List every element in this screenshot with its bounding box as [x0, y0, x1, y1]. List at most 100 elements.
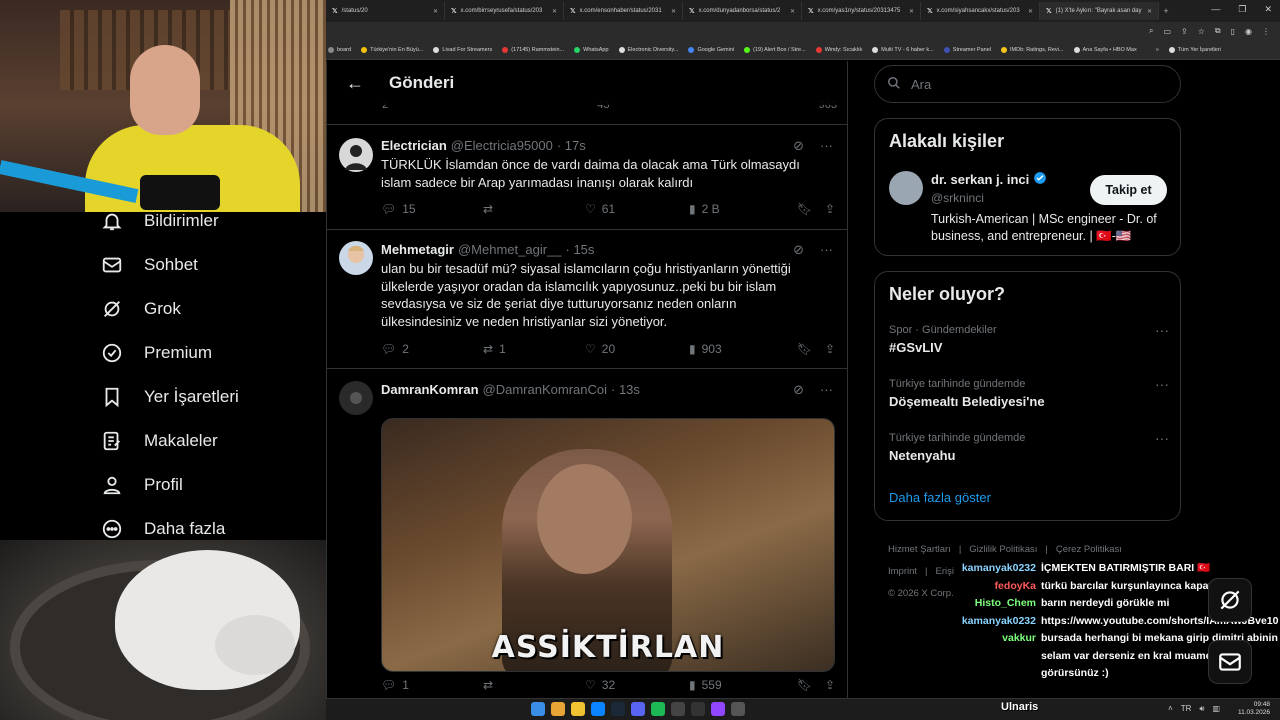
like-button[interactable]: ♡ 20	[585, 342, 689, 356]
app-icon[interactable]	[691, 702, 705, 716]
reply-button[interactable]: 💬︎ 15	[381, 202, 483, 216]
bookmark-button[interactable]: 🔖︎	[797, 678, 825, 692]
more-icon[interactable]: ···	[820, 138, 833, 154]
footer-link[interactable]: Hizmet Şartları	[888, 544, 951, 555]
bookmark-item[interactable]: Livad For Streamers	[433, 46, 492, 53]
bookmark-item[interactable]: (17145) Rammstein...	[502, 46, 564, 53]
bookmark-item[interactable]: Ana Sayfa • HBO Max	[1073, 46, 1137, 53]
views-button[interactable]: ▮ 2 B	[689, 202, 797, 216]
nav-item-bookmarks[interactable]: Yer İşaretleri	[100, 385, 239, 409]
tab-close-icon[interactable]: ✕	[909, 8, 914, 15]
sidebar-icon[interactable]: ▯	[1231, 27, 1235, 36]
avatar[interactable]	[339, 381, 373, 415]
maximize-icon[interactable]: ❐	[1238, 4, 1246, 15]
views-button[interactable]: ▮ 559	[689, 678, 797, 692]
grok-icon[interactable]: ⊘	[793, 242, 804, 258]
star-icon[interactable]: ☆	[1198, 27, 1205, 36]
profile-icon[interactable]: ◉	[1245, 27, 1252, 36]
messages-icon[interactable]	[1208, 640, 1252, 684]
search-input[interactable]: Ara	[911, 77, 931, 92]
footer-link[interactable]: Gizlilik Politikası	[969, 544, 1037, 555]
zoom-icon[interactable]: ⌕	[1149, 26, 1153, 36]
folder-icon[interactable]	[571, 702, 585, 716]
bookmark-item[interactable]: Google Gemini	[688, 46, 734, 53]
reply-button[interactable]: 💬︎ 1	[381, 678, 483, 692]
bookmark-item[interactable]: IMDb: Ratings, Revi...	[1001, 46, 1064, 53]
share-button[interactable]: ⇪	[825, 342, 837, 356]
tab-close-icon[interactable]: ✕	[1147, 8, 1152, 15]
views-button[interactable]: ▮ 903	[689, 342, 797, 356]
browser-tab[interactable]: 𝕏x.com/ensonhaber/status/2031 ✕	[564, 2, 683, 20]
more-icon[interactable]: ···	[820, 382, 833, 398]
post[interactable]: DamranKomran @DamranKomranCoi · 13s ⊘ ··…	[327, 368, 847, 720]
volume-icon[interactable]: 🔊︎	[1199, 704, 1204, 714]
post-time[interactable]: · 17s	[557, 138, 586, 153]
network-icon[interactable]: ▥	[1212, 704, 1220, 714]
avatar[interactable]	[889, 171, 923, 205]
like-button[interactable]: ♡ 61	[585, 202, 689, 216]
bookmark-item[interactable]: WhatsApp	[574, 46, 609, 53]
nav-item-grok[interactable]: Grok	[100, 297, 181, 321]
nav-item-profile[interactable]: Profil	[100, 473, 183, 497]
obs-icon[interactable]	[731, 702, 745, 716]
post[interactable]: Mehmetagir @Mehmet_agir__ · 15s ⊘ ··· ul…	[327, 229, 847, 368]
cast-icon[interactable]: ▭	[1163, 27, 1171, 36]
extensions-icon[interactable]: ⧉	[1215, 26, 1221, 36]
tab-close-icon[interactable]: ✕	[1028, 8, 1033, 15]
more-icon[interactable]: ···	[1155, 322, 1169, 338]
footer-link[interactable]: Imprint	[888, 566, 917, 577]
bookmark-item[interactable]: Streamer Panel	[943, 46, 991, 53]
avatar[interactable]	[339, 138, 373, 172]
minimize-icon[interactable]: —	[1211, 4, 1220, 15]
grok-icon[interactable]: ⊘	[793, 382, 804, 398]
browser-tab[interactable]: 𝕏x.com/siyahsancakx/status/203 ✕	[921, 2, 1040, 20]
author-name[interactable]: Mehmetagir	[381, 242, 454, 257]
bookmark-item[interactable]: Multi TV - 6 haber k...	[872, 46, 934, 53]
post[interactable]: Electrician @Electricia95000 · 17s ⊘ ···…	[327, 124, 847, 229]
author-handle[interactable]: @DamranKomranCoi	[483, 382, 607, 397]
browser-tab[interactable]: 𝕏x.com/dunyadanborsa/status/2 ✕	[683, 2, 802, 20]
bookmark-item[interactable]: Tüm Yer İşaretleri	[1168, 46, 1221, 53]
nav-item-chat[interactable]: Sohbet	[100, 253, 198, 277]
steam-icon[interactable]	[611, 702, 625, 716]
tab-close-icon[interactable]: ✕	[671, 8, 676, 15]
chrome-icon[interactable]	[551, 702, 565, 716]
menu-icon[interactable]: ⋮	[1262, 27, 1270, 36]
bookmark-item[interactable]: Electronic Diversity...	[618, 46, 678, 53]
grok-icon[interactable]: ⊘	[793, 138, 804, 154]
nav-item-more[interactable]: Daha fazla	[100, 517, 225, 541]
edge-icon[interactable]	[591, 702, 605, 716]
browser-tab-active[interactable]: 𝕏 (1) X'te Aykırı: "Bayrak asan day ✕	[1040, 2, 1159, 20]
bookmark-item[interactable]: »	[1146, 46, 1159, 53]
author-handle[interactable]: @Electricia95000	[451, 138, 553, 153]
footer-link[interactable]: Erişi	[936, 566, 954, 577]
repost-button[interactable]: ⇄ 1	[483, 342, 585, 356]
nav-item-articles[interactable]: Makaleler	[100, 429, 218, 453]
browser-tab[interactable]: 𝕏/status/20 ✕	[326, 2, 445, 20]
spotify-icon[interactable]	[651, 702, 665, 716]
post-time[interactable]: · 15s	[566, 242, 595, 257]
more-icon[interactable]: ···	[1155, 430, 1169, 446]
repost-button[interactable]: ⇄	[483, 678, 585, 692]
nav-item-premium[interactable]: Premium	[100, 341, 212, 365]
chevron-up-icon[interactable]: ˄	[1168, 704, 1173, 714]
close-window-icon[interactable]: ✕	[1264, 4, 1272, 15]
bookmark-item[interactable]: (19) Alert Box / Stre...	[744, 46, 806, 53]
post-time[interactable]: · 13s	[611, 382, 640, 397]
author-handle[interactable]: @Mehmet_agir__	[458, 242, 562, 257]
more-icon[interactable]: ···	[1155, 376, 1169, 392]
tab-close-icon[interactable]: ✕	[433, 8, 438, 15]
trend-item[interactable]: Spor · Gündemdekiler #GSvLIV ···	[889, 322, 1169, 355]
avatar[interactable]	[339, 241, 373, 275]
bookmark-item[interactable]: board	[328, 46, 351, 53]
nav-item-notifications[interactable]: Bildirimler	[100, 209, 219, 233]
browser-tab[interactable]: 𝕏x.com/birrseyrusefa/status/203 ✕	[445, 2, 564, 20]
trend-item[interactable]: Türkiye tarihinde gündemde Döşemealtı Be…	[889, 376, 1169, 409]
author-name[interactable]: DamranKomran	[381, 382, 479, 397]
bookmark-button[interactable]: 🔖︎	[797, 342, 825, 356]
more-icon[interactable]: ···	[820, 242, 833, 258]
bookmark-item[interactable]: Türkiye'nin En Büyü...	[361, 46, 423, 53]
discord-icon[interactable]	[631, 702, 645, 716]
post-media-gif[interactable]: ASSİKTİRLAN	[381, 418, 835, 672]
tab-close-icon[interactable]: ✕	[790, 8, 795, 15]
